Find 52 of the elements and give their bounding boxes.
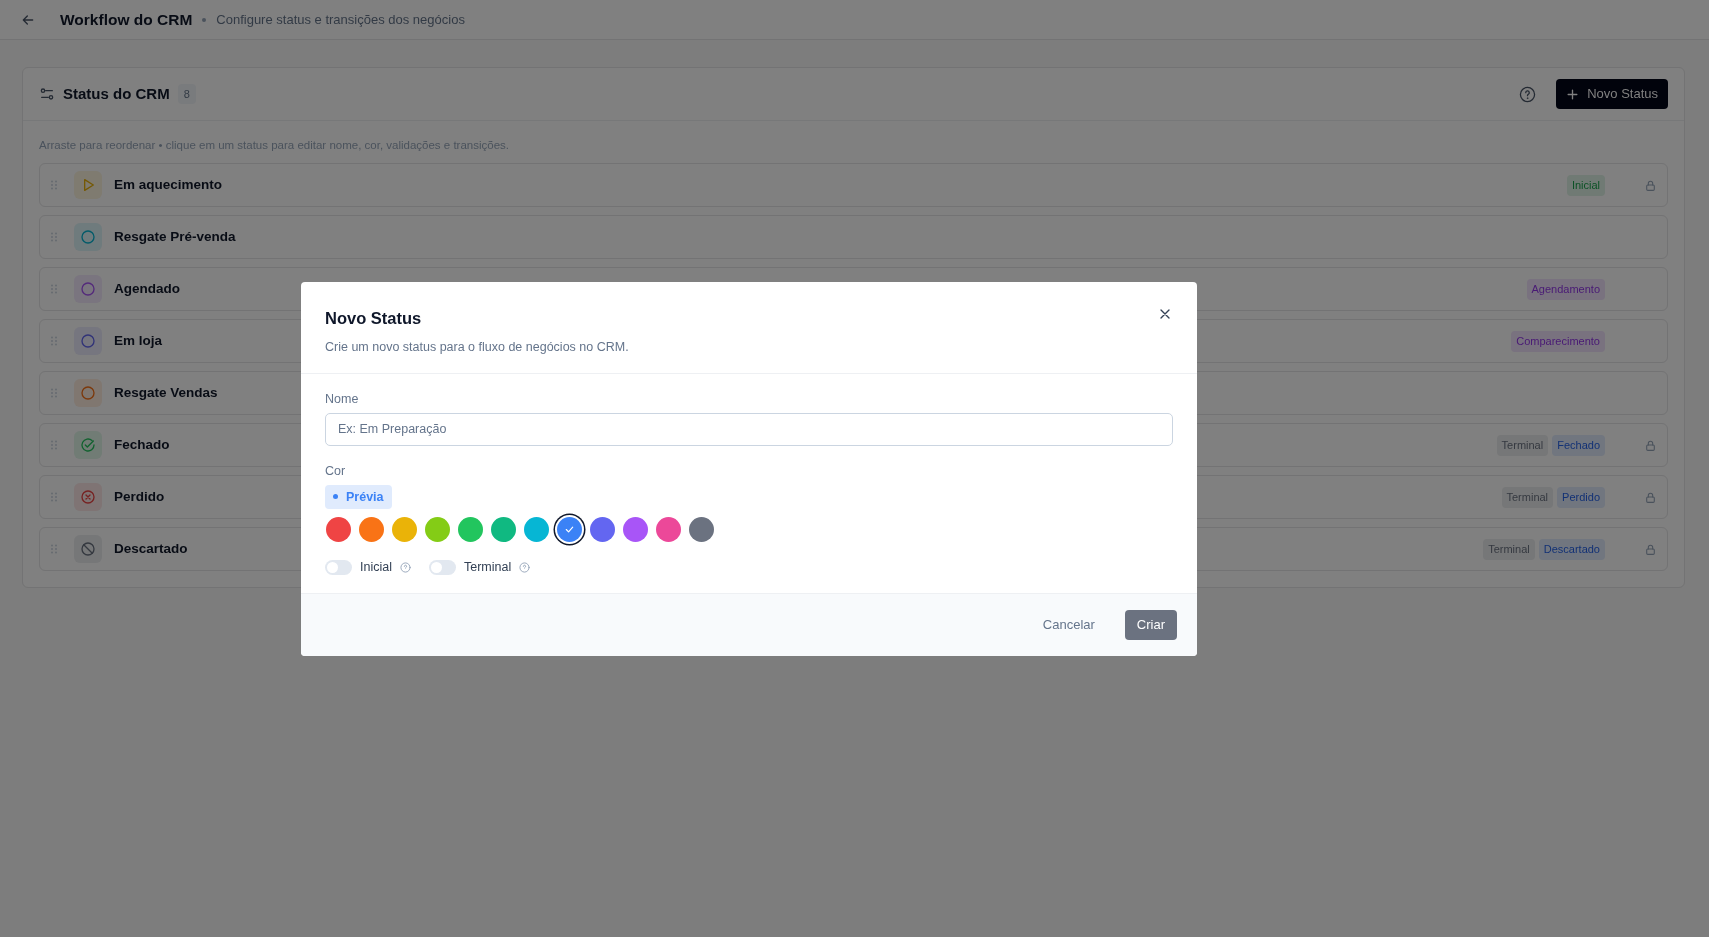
field-label: Nome (325, 391, 360, 408)
new-status-button[interactable]: Novo Status (1556, 79, 1668, 109)
toggle-switch[interactable] (325, 560, 352, 576)
color-swatch[interactable] (524, 517, 549, 543)
dialog-description: Crie um novo status para o fluxo de negócios no CRM. (325, 339, 630, 357)
status-tag: Agendamento (1526, 279, 1605, 300)
color-swatch[interactable] (623, 517, 648, 543)
color-swatch[interactable] (656, 517, 681, 543)
cancel-button[interactable]: Cancelar (1036, 614, 1101, 636)
status-name: Agendado (114, 280, 180, 299)
dialog-title: Novo Status (325, 307, 423, 329)
page-subtitle: Configure status e transições dos negócios (216, 10, 465, 29)
color-swatch[interactable] (326, 517, 351, 543)
status-tag: Terminal (1501, 487, 1554, 508)
status-name: Resgate Vendas (114, 384, 218, 403)
status-tag: Fechado (1552, 435, 1605, 456)
status-name: Perdido (114, 488, 165, 507)
color-swatch[interactable] (491, 517, 516, 543)
toggle-label: Inicial (360, 559, 392, 577)
color-swatch[interactable] (557, 517, 582, 543)
status-tag: Terminal (1496, 435, 1549, 456)
color-swatch[interactable] (359, 517, 384, 543)
toggle-switch[interactable] (428, 560, 456, 576)
field-label: Cor (325, 462, 347, 480)
count-badge: 8 (177, 83, 196, 105)
plus-icon (1566, 87, 1580, 101)
color-swatch[interactable] (590, 517, 615, 543)
color-swatch[interactable] (425, 517, 450, 543)
status-tag: Inicial (1566, 175, 1605, 196)
color-swatch[interactable] (458, 517, 483, 543)
panel-title: Status do CRM (63, 83, 170, 104)
page-title: Workflow do CRM (60, 9, 193, 30)
color-swatch[interactable] (689, 517, 714, 543)
status-name: Em loja (114, 332, 162, 351)
help-icon[interactable] (1519, 85, 1537, 103)
help-icon[interactable] (519, 562, 531, 574)
status-tag: Descartado (1538, 539, 1605, 560)
status-name: Resgate Pré-venda (114, 228, 236, 247)
separator-dot (202, 17, 207, 22)
color-swatch[interactable] (392, 517, 417, 543)
status-name: Descartado (114, 540, 188, 559)
preview-dot (333, 494, 338, 500)
help-icon[interactable] (399, 562, 411, 574)
status-tag: Comparecimento (1511, 331, 1605, 352)
status-tag: Perdido (1557, 487, 1605, 508)
preview-label: Prévia (346, 488, 384, 506)
name-field[interactable]: Ex: Em Preparação (325, 412, 1173, 446)
status-name: Fechado (114, 436, 170, 455)
status-tag: Terminal (1483, 539, 1535, 560)
status-name: Em aquecimento (114, 176, 223, 195)
sliders-icon (39, 86, 55, 102)
toggle-label: Terminal (463, 559, 512, 577)
